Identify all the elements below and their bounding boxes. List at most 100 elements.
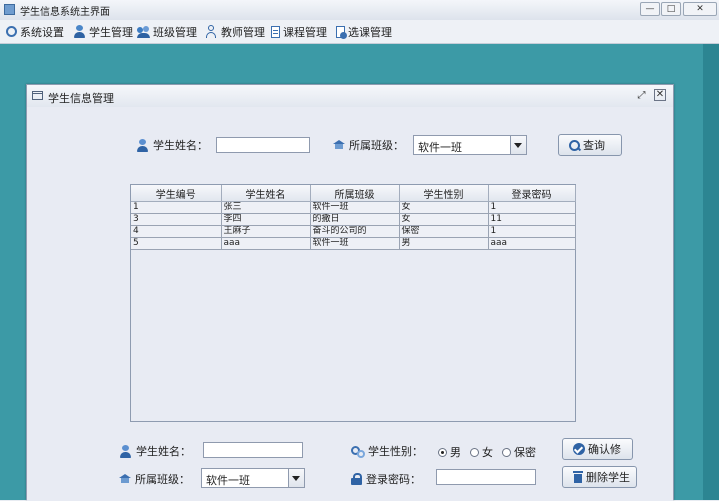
menu-label: 教师管理 xyxy=(221,25,265,39)
column-header[interactable]: 学生姓名 xyxy=(220,185,311,202)
menu-course-selection[interactable]: 选课管理 xyxy=(336,20,392,43)
search-button[interactable]: 查询 xyxy=(558,134,622,156)
edit-gender-label: 学生性别： xyxy=(351,443,423,459)
gender-radio-male[interactable]: 男 xyxy=(438,444,461,460)
window-titlebar: 学生信息系统主界面 — □ ✕ xyxy=(0,0,719,21)
gender-radio-female[interactable]: 女 xyxy=(470,444,493,460)
radio-dot[interactable] xyxy=(470,447,479,457)
button-label: 确认修 xyxy=(588,443,621,456)
table-cell: 1 xyxy=(487,225,576,238)
table-cell: 11 xyxy=(487,213,576,226)
menu-label: 课程管理 xyxy=(283,25,327,39)
class-icon xyxy=(333,140,345,150)
radio-dot[interactable] xyxy=(502,447,511,457)
gender-radio-secret[interactable]: 保密 xyxy=(502,444,536,460)
frame-close-button[interactable]: ✕ xyxy=(654,89,666,101)
search-name-input[interactable] xyxy=(216,137,310,153)
menu-teacher-management[interactable]: 教师管理 xyxy=(205,20,265,43)
table-row[interactable]: 5 aaa 软件一班男 aaa xyxy=(131,237,576,250)
teacher-icon xyxy=(205,25,218,38)
table-body: 1 张三 软件一班女 1 3 李四 的撒日女 11 4 王麻子 奋斗的公司的 保密 1 5 aaa 软件一班男… xyxy=(131,201,576,250)
edit-password-input[interactable] xyxy=(436,469,536,485)
label-text: 学生姓名： xyxy=(153,139,208,152)
student-icon xyxy=(73,25,86,38)
table-cell: 的撒日 xyxy=(309,213,400,226)
frame-restore-button[interactable]: ⤢ xyxy=(636,90,647,101)
menubar: 系统设置 学生管理 班级管理 教师管理 课程管理 选课管理 xyxy=(0,20,719,44)
select-value: 软件一班 xyxy=(206,474,250,487)
student-table[interactable]: 学生编号 学生姓名 所属班级 学生性别 登录密码 1 张三 软件一班女 1 3 李四 的撒日女 11 4… xyxy=(130,184,576,422)
select-value: 软件一班 xyxy=(418,141,462,154)
edit-name-label: 学生姓名： xyxy=(119,443,191,459)
table-header-row: 学生编号 学生姓名 所属班级 学生性别 登录密码 xyxy=(131,185,576,202)
table-cell: 软件一班 xyxy=(309,201,400,214)
table-cell: 女 xyxy=(398,201,489,214)
table-cell: 5 xyxy=(131,237,222,250)
frame-icon xyxy=(32,91,43,100)
class-icon xyxy=(119,474,131,484)
minimize-button[interactable]: — xyxy=(640,2,660,16)
column-header[interactable]: 所属班级 xyxy=(309,185,400,202)
table-cell: 男 xyxy=(398,237,489,250)
edit-name-input[interactable] xyxy=(203,442,303,458)
radio-label: 男 xyxy=(450,446,461,459)
menu-label: 系统设置 xyxy=(20,25,64,39)
trash-icon xyxy=(573,471,583,483)
student-info-frame: 学生信息管理 ⤢ ✕ 学生姓名： 所属班级： 软件一班 查询 学生编号 学生姓名… xyxy=(26,84,674,501)
table-cell: 3 xyxy=(131,213,222,226)
column-header[interactable]: 学生性别 xyxy=(398,185,489,202)
student-table-grid: 学生编号 学生姓名 所属班级 学生性别 登录密码 1 张三 软件一班女 1 3 李四 的撒日女 11 4… xyxy=(131,185,576,250)
table-row[interactable]: 3 李四 的撒日女 11 xyxy=(131,213,576,226)
frame-content: 学生姓名： 所属班级： 软件一班 查询 学生编号 学生姓名 所属班级 学生性别 登录密码 xyxy=(27,107,673,501)
table-cell: 1 xyxy=(131,201,222,214)
table-cell: 软件一班 xyxy=(309,237,400,250)
edit-password-label: 登录密码： xyxy=(351,471,421,487)
class-icon xyxy=(137,25,150,38)
search-icon xyxy=(569,139,580,151)
confirm-edit-button[interactable]: 确认修 xyxy=(562,438,633,460)
column-header[interactable]: 登录密码 xyxy=(487,185,576,202)
edit-class-select[interactable]: 软件一班 xyxy=(201,468,305,488)
table-cell: 奋斗的公司的 xyxy=(309,225,400,238)
table-cell: 保密 xyxy=(398,225,489,238)
close-button[interactable]: ✕ xyxy=(683,2,717,16)
label-text: 登录密码： xyxy=(366,473,421,486)
chevron-down-icon[interactable] xyxy=(288,469,304,487)
maximize-button[interactable]: □ xyxy=(661,2,681,16)
window-title: 学生信息系统主界面 xyxy=(20,7,110,18)
chevron-down-icon[interactable] xyxy=(510,136,526,154)
menu-course-management[interactable]: 课程管理 xyxy=(271,20,327,43)
menu-label: 班级管理 xyxy=(153,25,197,39)
frame-titlebar: 学生信息管理 ⤢ ✕ xyxy=(27,85,673,108)
delete-student-button[interactable]: 删除学生 xyxy=(562,466,637,488)
label-text: 学生姓名： xyxy=(136,445,191,458)
button-label: 查询 xyxy=(583,139,605,152)
edit-class-label: 所属班级： xyxy=(119,471,190,487)
menu-system-settings[interactable]: 系统设置 xyxy=(6,20,64,43)
table-row[interactable]: 4 王麻子 奋斗的公司的 保密 1 xyxy=(131,225,576,238)
column-header[interactable]: 学生编号 xyxy=(131,185,222,202)
table-cell: aaa xyxy=(487,237,576,250)
menu-label: 选课管理 xyxy=(348,25,392,39)
gender-icon xyxy=(351,445,365,458)
search-class-select[interactable]: 软件一班 xyxy=(413,135,527,155)
table-cell: 王麻子 xyxy=(220,225,311,238)
select-course-icon xyxy=(336,25,347,39)
user-icon xyxy=(136,138,149,152)
desktop-edge xyxy=(703,44,719,500)
menu-student-management[interactable]: 学生管理 xyxy=(73,20,133,43)
label-text: 所属班级： xyxy=(349,139,404,152)
radio-dot[interactable] xyxy=(438,447,447,457)
check-icon xyxy=(573,443,585,455)
search-name-label: 学生姓名： xyxy=(136,137,208,153)
lock-icon xyxy=(351,473,362,485)
course-icon xyxy=(271,25,280,38)
menu-label: 学生管理 xyxy=(89,25,133,39)
table-row[interactable]: 1 张三 软件一班女 1 xyxy=(131,201,576,214)
label-text: 学生性别： xyxy=(368,445,423,458)
gear-icon xyxy=(6,26,17,37)
table-cell: 张三 xyxy=(220,201,311,214)
frame-title: 学生信息管理 xyxy=(48,92,114,105)
menu-class-management[interactable]: 班级管理 xyxy=(137,20,197,43)
table-cell: 4 xyxy=(131,225,222,238)
